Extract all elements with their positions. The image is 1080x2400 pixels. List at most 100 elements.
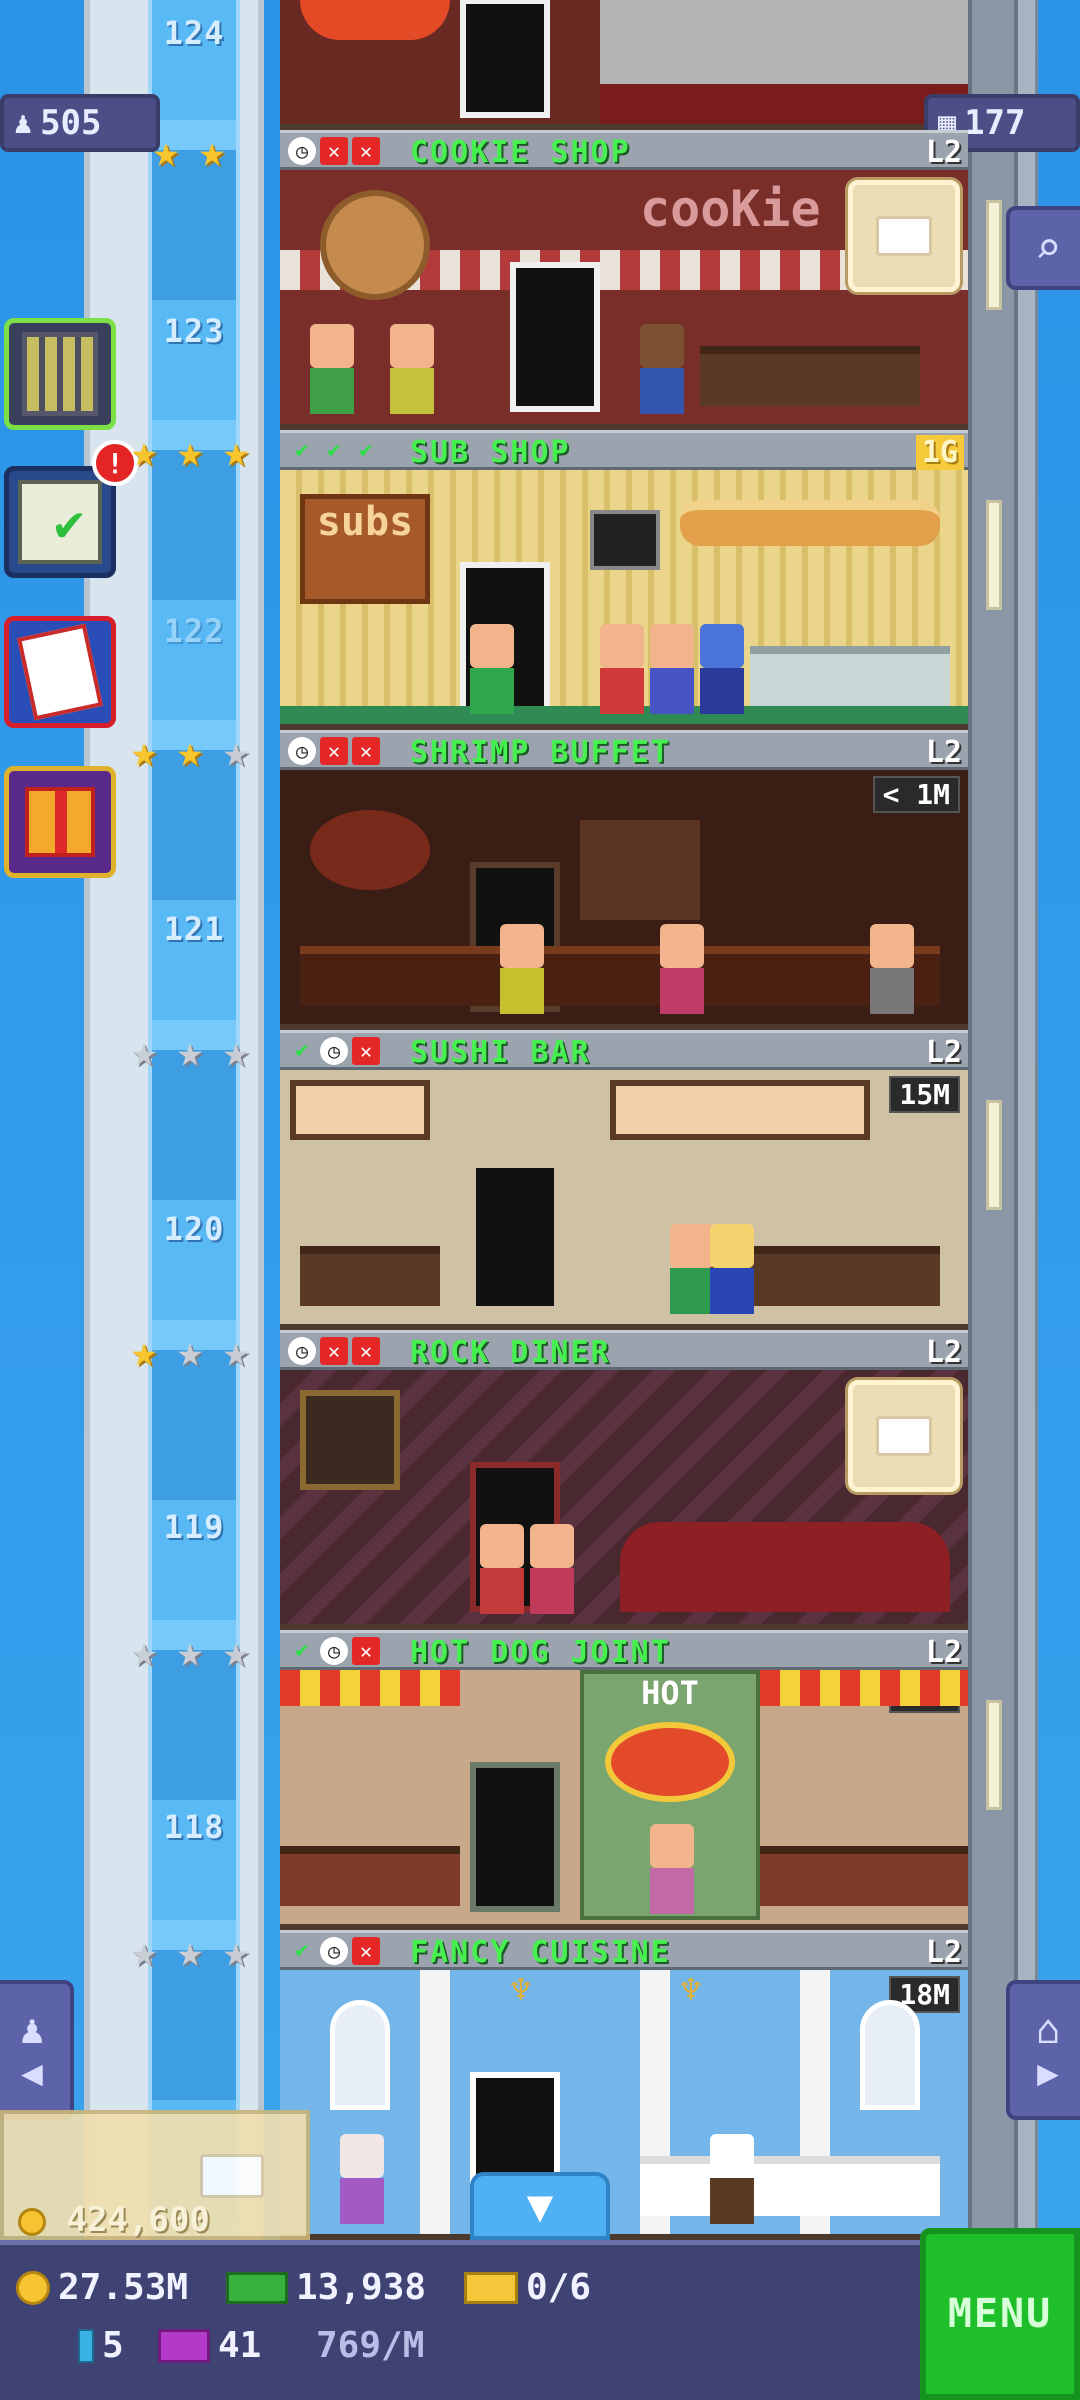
bitizen[interactable]	[390, 324, 434, 414]
build-floor-button[interactable]	[4, 318, 116, 430]
box-icon	[876, 1416, 932, 1456]
floor-room[interactable]: 18M ♆ ♆	[280, 1970, 968, 2240]
door	[460, 0, 550, 118]
floor-name: SUB SHOP	[410, 435, 571, 470]
bitizen[interactable]	[310, 324, 354, 414]
column	[420, 1970, 450, 2234]
floor-header: ✔ ◷ ✕ HOT DOG JOINT L2	[280, 1630, 968, 1670]
bux-value: 13,938	[296, 2267, 427, 2308]
floor-stars: ★ ★ ★	[122, 1030, 258, 1074]
table	[300, 1246, 440, 1306]
restock-button[interactable]	[848, 180, 960, 292]
bitizen[interactable]	[710, 1224, 754, 1314]
bottom-status-bar: 27.53M 13,938 0/6 5 41 769/M	[0, 2240, 1080, 2400]
buffet-counter	[300, 946, 940, 1006]
record-poster	[300, 1390, 400, 1490]
star-icon: ★	[222, 1926, 250, 1977]
go-to-lobby-button[interactable]: ⌂ ▶	[1006, 1980, 1080, 2120]
floor-name: HOT DOG JOINT	[410, 1635, 671, 1670]
gift-icon	[25, 787, 95, 857]
bitizen[interactable]	[660, 924, 704, 1014]
floor-partial-top[interactable]	[280, 0, 968, 130]
vip-stat[interactable]: 41	[158, 2325, 261, 2366]
floor-fancy-cuisine[interactable]: ✔ ◷ ✕ FANCY CUISINE L2 18M ♆ ♆	[280, 1930, 968, 2240]
bitizen[interactable]	[480, 1524, 524, 1614]
floor-sub-shop[interactable]: ✔ ✔ ✔ SUB SHOP 1G subs	[280, 430, 968, 730]
elevator-down-button[interactable]: ▼	[470, 2172, 610, 2240]
bitizen[interactable]	[650, 1824, 694, 1914]
floor-room[interactable]: 17M HOT	[280, 1670, 968, 1930]
floor-stars: ★ ★ ★	[122, 730, 258, 774]
floor-header: ◷ ✕ ✕ SHRIMP BUFFET L2	[280, 730, 968, 770]
floor-number: 119	[163, 1508, 225, 1546]
floor-room[interactable]: 15M	[280, 1070, 968, 1330]
tickets-value: 0/6	[526, 2267, 592, 2308]
bitizens-stat[interactable]: 5	[78, 2325, 124, 2366]
stock-status: ✔ ✔ ✔	[288, 437, 380, 465]
floor-header: ◷ ✕ ✕ ROCK DINER L2	[280, 1330, 968, 1370]
wall-light	[986, 500, 1002, 610]
floor-room[interactable]: cooKie	[280, 170, 968, 430]
bitizen[interactable]	[600, 624, 644, 714]
arrow-right-icon: ▶	[1037, 2052, 1059, 2094]
search-button[interactable]: ⌕	[1006, 206, 1080, 290]
home-icon: ⌂	[1035, 2006, 1061, 2053]
subs-sign: subs	[300, 494, 430, 604]
stock-status: ◷ ✕ ✕	[288, 137, 380, 165]
star-icon: ★	[176, 426, 204, 477]
floor-sushi-bar[interactable]: ✔ ◷ ✕ SUSHI BAR L2 15M	[280, 1030, 968, 1330]
bitizen[interactable]	[650, 624, 694, 714]
missions-button[interactable]: ✔	[4, 466, 116, 578]
bux-icon	[226, 2271, 288, 2304]
bitizen[interactable]	[340, 2134, 384, 2224]
clock-icon: ◷	[288, 737, 316, 765]
scroll-up-to-roof-button[interactable]: ♟ ◀	[0, 1980, 74, 2120]
floor-room[interactable]	[280, 1370, 968, 1630]
star-icon: ★	[198, 126, 226, 177]
gift-button[interactable]	[4, 766, 116, 878]
window	[290, 1080, 430, 1140]
lobby-coins: 424,600	[18, 2200, 210, 2240]
lobby-coins-value: 424,600	[66, 2200, 210, 2240]
coins-stat[interactable]: 27.53M	[16, 2267, 188, 2308]
floor-number: 122	[163, 612, 225, 650]
floor-cookie-shop[interactable]: ◷ ✕ ✕ COOKIE SHOP L2 cooKie	[280, 130, 968, 430]
floor-name: ROCK DINER	[410, 1335, 611, 1370]
bitizen[interactable]	[710, 2134, 754, 2224]
floor-rock-diner[interactable]: ◷ ✕ ✕ ROCK DINER L2	[280, 1330, 968, 1630]
bux-stat[interactable]: 13,938	[226, 2267, 426, 2308]
floor-level: L2	[925, 1035, 962, 1070]
bitizen[interactable]	[500, 924, 544, 1014]
floor-name: SHRIMP BUFFET	[410, 735, 671, 770]
star-icon: ★	[176, 1026, 204, 1077]
bitizen[interactable]	[870, 924, 914, 1014]
window	[860, 2000, 920, 2110]
calendar-button[interactable]	[4, 616, 116, 728]
star-icon: ★	[130, 426, 158, 477]
x-icon: ✕	[352, 1937, 380, 1965]
vip-icon	[158, 2328, 210, 2363]
floor-room[interactable]: subs	[280, 470, 968, 730]
population-counter[interactable]: ♟ 505	[0, 94, 160, 152]
floor-name: COOKIE SHOP	[410, 135, 631, 170]
floor-shrimp-buffet[interactable]: ◷ ✕ ✕ SHRIMP BUFFET L2 < 1M	[280, 730, 968, 1030]
clock-icon: ◷	[320, 1037, 348, 1065]
restock-button[interactable]	[848, 1380, 960, 1492]
star-icon: ★	[176, 1926, 204, 1977]
floor-hot-dog-joint[interactable]: ✔ ◷ ✕ HOT DOG JOINT L2 17M HOT	[280, 1630, 968, 1930]
menu-button[interactable]: MENU	[920, 2228, 1080, 2400]
vip-value: 41	[218, 2325, 262, 2366]
shrimp-sign	[310, 810, 430, 890]
bitizen[interactable]	[640, 324, 684, 414]
floor-stars: ★ ★ ★	[122, 430, 258, 474]
tickets-stat[interactable]: 0/6	[464, 2267, 591, 2308]
floor-room[interactable]: < 1M	[280, 770, 968, 1030]
bitizen[interactable]	[670, 1224, 714, 1314]
bitizen[interactable]	[470, 624, 514, 714]
bitizen[interactable]	[700, 624, 744, 714]
bitizen[interactable]	[530, 1524, 574, 1614]
floor-header: ✔ ◷ ✕ FANCY CUISINE L2	[280, 1930, 968, 1970]
check-icon: ✔	[295, 1938, 309, 1963]
chandelier-icon: ♆	[510, 1970, 532, 2011]
menu-board	[590, 510, 660, 570]
